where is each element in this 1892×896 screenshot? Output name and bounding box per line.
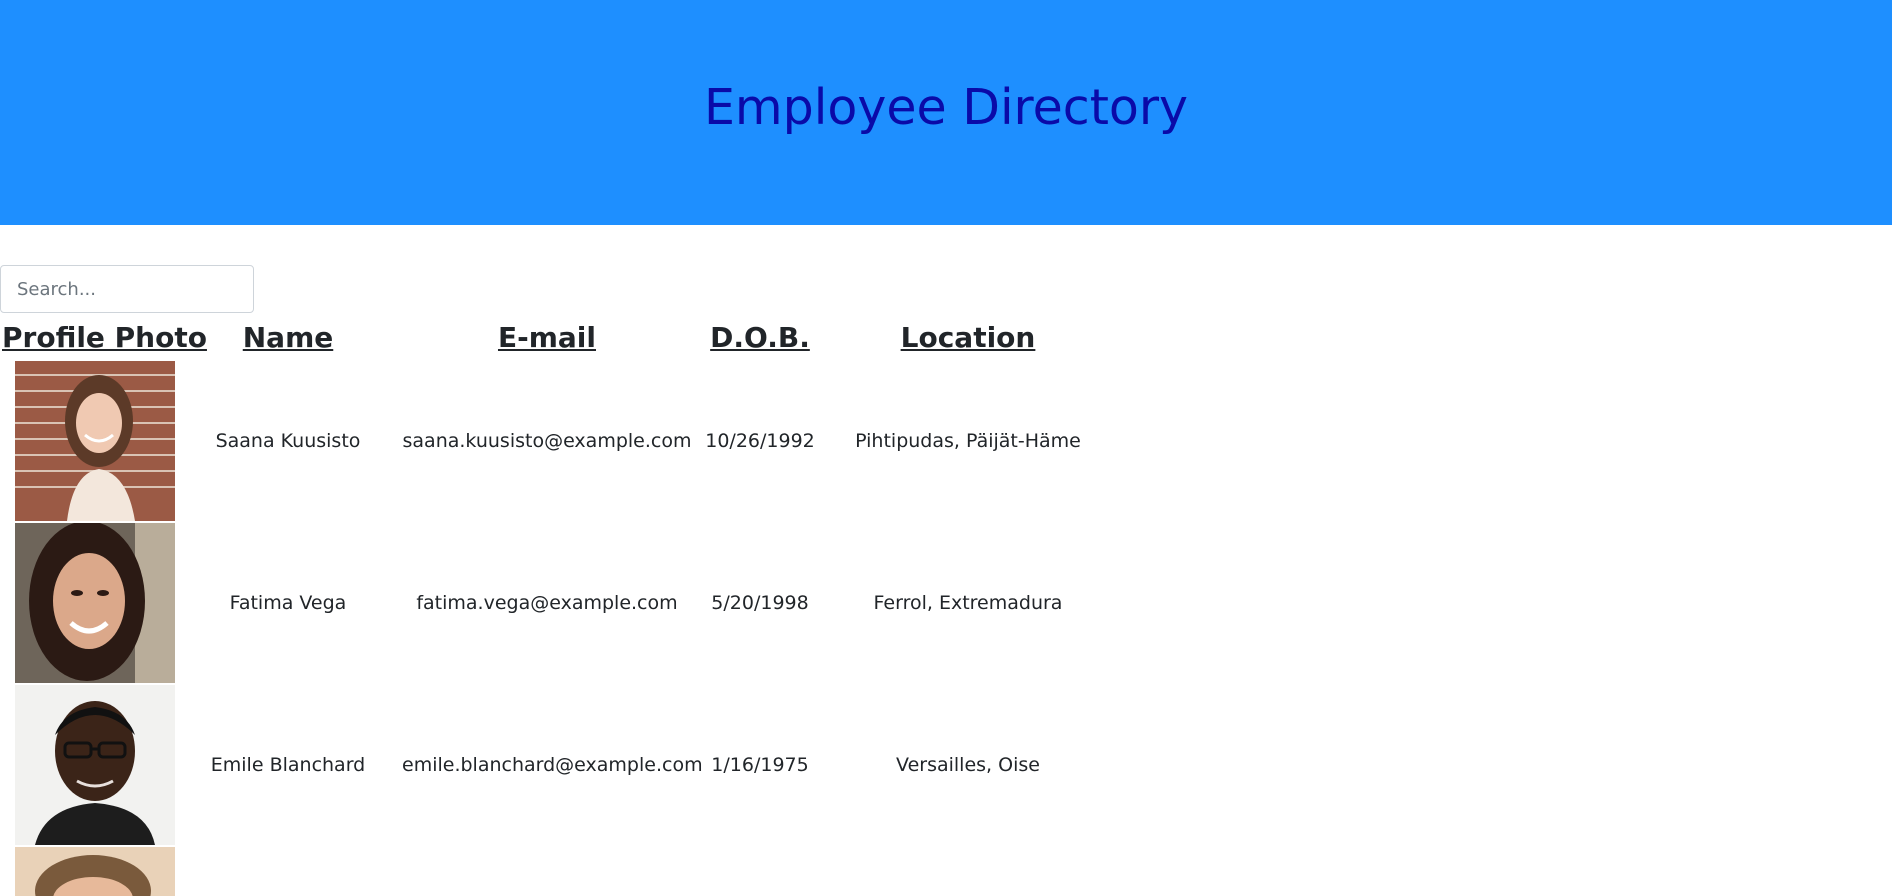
column-header-email[interactable]: E-mail <box>402 318 692 358</box>
employee-location: Versailles, Oise <box>896 754 1040 776</box>
employee-email: fatima.vega@example.com <box>416 592 678 614</box>
employee-name: Emile Blanchard <box>210 754 366 776</box>
profile-photo <box>15 361 175 521</box>
column-header-profile-photo[interactable]: Profile Photo <box>2 318 207 358</box>
column-header-name[interactable]: Name <box>188 318 388 358</box>
employee-email: saana.kuusisto@example.com <box>402 430 692 452</box>
employee-location: Ferrol, Extremadura <box>873 592 1063 614</box>
table-row: Emile Blanchard emile.blanchard@example.… <box>0 685 1100 847</box>
table-row: Saana Kuusisto saana.kuusisto@example.co… <box>0 361 1100 523</box>
table-row <box>0 847 1100 896</box>
employee-location: Pihtipudas, Päijät-Häme <box>855 430 1081 452</box>
employee-email: emile.blanchard@example.com <box>402 754 703 776</box>
table-row: Fatima Vega fatima.vega@example.com 5/20… <box>0 523 1100 685</box>
column-header-location[interactable]: Location <box>838 318 1098 358</box>
column-header-dob[interactable]: D.O.B. <box>700 318 820 358</box>
employee-dob: 10/26/1992 <box>705 430 815 452</box>
profile-photo <box>15 685 175 845</box>
employee-dob: 5/20/1998 <box>711 592 809 614</box>
profile-photo <box>15 523 175 683</box>
search-input[interactable] <box>0 265 254 313</box>
employee-name: Saana Kuusisto <box>215 430 361 452</box>
employee-name: Fatima Vega <box>229 592 347 614</box>
page-title: Employee Directory <box>703 79 1189 136</box>
page-header: Employee Directory <box>0 0 1892 225</box>
profile-photo <box>15 847 175 896</box>
employee-dob: 1/16/1975 <box>711 754 809 776</box>
